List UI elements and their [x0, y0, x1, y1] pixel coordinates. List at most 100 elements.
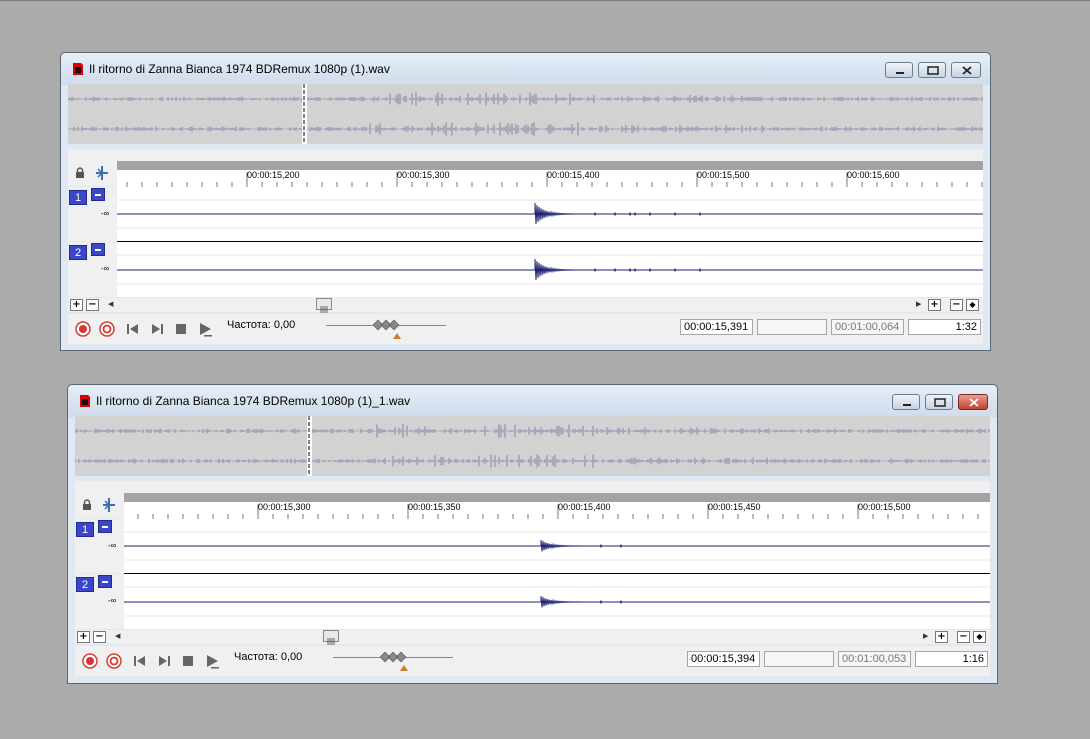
- scroll-thumb[interactable]: [316, 298, 332, 313]
- scroll-right-icon[interactable]: ▶: [916, 300, 921, 308]
- zoom-ratio-field[interactable]: 1:16: [915, 651, 988, 667]
- track-minimize-button[interactable]: [91, 243, 105, 256]
- scroll-left-icon[interactable]: ◀: [115, 632, 120, 640]
- time-selection-bar[interactable]: [117, 161, 983, 170]
- track-number-badge[interactable]: 2: [69, 245, 87, 260]
- zoom-ratio-field[interactable]: 1:32: [908, 319, 981, 335]
- track-header-1[interactable]: 1 -∞: [75, 519, 124, 573]
- playback-rate-label: Частота: 0,00: [234, 651, 303, 663]
- ruler-label: 00:00:15,450: [708, 502, 761, 512]
- track-header-1[interactable]: 1 -∞: [68, 187, 117, 241]
- waveform-track-2[interactable]: [117, 242, 983, 297]
- maximize-button[interactable]: [925, 394, 953, 410]
- time-selection-bar[interactable]: [124, 493, 990, 502]
- minimize-button[interactable]: [892, 394, 920, 410]
- audio-window-1[interactable]: Il ritorno di Zanna Bianca 1974 BDRemux …: [60, 52, 991, 351]
- zoom-out-vertical-button[interactable]: −: [86, 299, 99, 311]
- waveform-track-1[interactable]: [124, 519, 990, 574]
- track-waveform-graphic: [124, 586, 990, 617]
- loop-icon[interactable]: [105, 652, 123, 670]
- transport-bar: Частота: 0,00 00:00:15,391 00:01:00,064 …: [68, 314, 983, 344]
- scroll-thumb[interactable]: [323, 630, 339, 645]
- slider-center-marker-icon: [400, 665, 408, 671]
- window-titlebar[interactable]: Il ritorno di Zanna Bianca 1974 BDRemux …: [61, 53, 990, 85]
- file-length-field: 00:01:00,053: [838, 651, 911, 667]
- stop-icon[interactable]: [172, 320, 190, 338]
- selection-length-field[interactable]: [764, 651, 834, 667]
- waveform-overview[interactable]: [68, 84, 983, 144]
- window-titlebar[interactable]: Il ritorno di Zanna Bianca 1974 BDRemux …: [68, 385, 997, 417]
- transport-bar: Частота: 0,00 00:00:15,394 00:01:00,053 …: [75, 646, 990, 676]
- record-icon[interactable]: [81, 652, 99, 670]
- overview-waveform-graphic: [75, 416, 990, 476]
- ruler-label: 00:00:15,350: [408, 502, 461, 512]
- ruler-label: 00:00:15,500: [697, 170, 750, 180]
- zoom-fit-button[interactable]: ◆: [966, 299, 979, 311]
- go-to-start-icon[interactable]: [124, 320, 142, 338]
- zoom-out-button[interactable]: −: [950, 299, 963, 311]
- stop-icon[interactable]: [179, 652, 197, 670]
- db-label: -∞: [108, 596, 117, 605]
- track-minimize-button[interactable]: [91, 188, 105, 201]
- playback-rate-slider-thumb[interactable]: [373, 319, 403, 331]
- track-number-badge[interactable]: 1: [69, 190, 87, 205]
- loop-icon[interactable]: [98, 320, 116, 338]
- ruler-label: 00:00:15,600: [847, 170, 900, 180]
- zoom-in-vertical-button[interactable]: +: [70, 299, 83, 311]
- zoom-in-button[interactable]: +: [928, 299, 941, 311]
- zoom-out-vertical-button[interactable]: −: [93, 631, 106, 643]
- ruler-area: 00:00:15,300 00:00:15,350 00:00:15,400 0…: [75, 481, 990, 520]
- track-waveform-graphic: [117, 254, 983, 285]
- zoom-in-vertical-button[interactable]: +: [77, 631, 90, 643]
- ruler-label: 00:00:15,300: [258, 502, 311, 512]
- play-icon[interactable]: [196, 320, 214, 338]
- ruler-label: 00:00:15,400: [558, 502, 611, 512]
- db-label: -∞: [108, 541, 117, 550]
- minimize-button[interactable]: [885, 62, 913, 78]
- track-number-badge[interactable]: 1: [76, 522, 94, 537]
- zoom-in-button[interactable]: +: [935, 631, 948, 643]
- play-icon[interactable]: [203, 652, 221, 670]
- snap-icon[interactable]: [94, 165, 110, 181]
- lock-icon[interactable]: [74, 167, 86, 179]
- waveform-track-2[interactable]: [124, 574, 990, 629]
- scroll-left-icon[interactable]: ◀: [108, 300, 113, 308]
- db-label: -∞: [101, 264, 110, 273]
- ruler-area: 00:00:15,200 00:00:15,300 00:00:15,400 0…: [68, 149, 983, 188]
- maximize-button[interactable]: [918, 62, 946, 78]
- track-minimize-button[interactable]: [98, 575, 112, 588]
- cursor-position-field[interactable]: 00:00:15,394: [687, 651, 760, 667]
- horizontal-scroll-row: + − ◀ ▶ + − ◆: [75, 630, 990, 645]
- go-to-end-icon[interactable]: [148, 320, 166, 338]
- ruler-label: 00:00:15,300: [397, 170, 450, 180]
- track-waveform-graphic: [117, 199, 983, 229]
- waveform-track-1[interactable]: [117, 187, 983, 242]
- playback-rate-slider-thumb[interactable]: [380, 651, 410, 663]
- track-header-2[interactable]: 2 -∞: [75, 574, 124, 629]
- sound-forge-file-icon: [73, 63, 83, 75]
- close-button[interactable]: [951, 62, 981, 78]
- overview-waveform-graphic: [68, 84, 983, 144]
- cursor-position-field[interactable]: 00:00:15,391: [680, 319, 753, 335]
- window-title: Il ritorno di Zanna Bianca 1974 BDRemux …: [96, 394, 411, 408]
- time-ruler[interactable]: 00:00:15,200 00:00:15,300 00:00:15,400 0…: [117, 170, 983, 188]
- ruler-label: 00:00:15,500: [858, 502, 911, 512]
- slider-center-marker-icon: [393, 333, 401, 339]
- file-length-field: 00:01:00,064: [831, 319, 904, 335]
- zoom-out-button[interactable]: −: [957, 631, 970, 643]
- zoom-fit-button[interactable]: ◆: [973, 631, 986, 643]
- close-button[interactable]: [958, 394, 988, 410]
- record-icon[interactable]: [74, 320, 92, 338]
- go-to-start-icon[interactable]: [131, 652, 149, 670]
- lock-icon[interactable]: [81, 499, 93, 511]
- go-to-end-icon[interactable]: [155, 652, 173, 670]
- snap-icon[interactable]: [101, 497, 117, 513]
- track-number-badge[interactable]: 2: [76, 577, 94, 592]
- audio-window-2[interactable]: Il ritorno di Zanna Bianca 1974 BDRemux …: [67, 384, 998, 684]
- selection-length-field[interactable]: [757, 319, 827, 335]
- scroll-right-icon[interactable]: ▶: [923, 632, 928, 640]
- waveform-overview[interactable]: [75, 416, 990, 476]
- time-ruler[interactable]: 00:00:15,300 00:00:15,350 00:00:15,400 0…: [124, 502, 990, 520]
- track-header-2[interactable]: 2 -∞: [68, 242, 117, 297]
- track-minimize-button[interactable]: [98, 520, 112, 533]
